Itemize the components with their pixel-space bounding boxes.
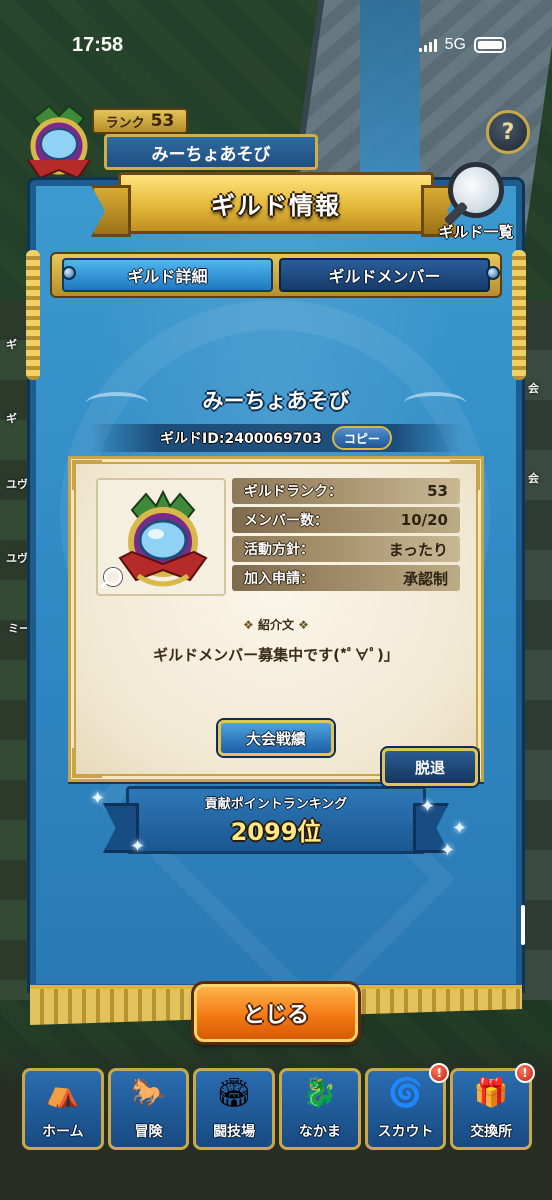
- guild-id: ギルドID:2400069703: [160, 431, 322, 447]
- party-icon: 🐉: [302, 1076, 338, 1109]
- guild-list-label: ギルド一覧: [438, 223, 514, 241]
- side-label: ユヴ: [6, 552, 28, 565]
- nav-label: 闘技場: [213, 1124, 256, 1140]
- tab-bar: ギルド詳細 ギルドメンバー: [50, 252, 502, 298]
- rank-label: ランク: [105, 115, 145, 131]
- nav-label: ホーム: [42, 1124, 84, 1140]
- exchange-icon: 🎁: [473, 1076, 509, 1109]
- battery-icon: [474, 37, 506, 53]
- ranking-value: 2099位: [230, 818, 322, 846]
- side-label: ギ: [6, 412, 17, 425]
- alert-badge: !: [429, 1063, 450, 1083]
- tournament-record-button[interactable]: 大会戦績: [218, 720, 334, 756]
- zoom-icon[interactable]: [104, 568, 122, 586]
- stat-value: 承認制: [402, 569, 448, 588]
- nav-label: なかま: [298, 1124, 341, 1140]
- nav-home[interactable]: ⛺ ホーム: [22, 1068, 104, 1150]
- tab-guild-members[interactable]: ギルドメンバー: [279, 258, 490, 292]
- ranking-label: 貢献ポイントランキング: [204, 797, 348, 812]
- side-label: ユヴ: [6, 478, 28, 491]
- side-label: ギ: [6, 338, 17, 351]
- stat-join-requests: 加入申請： 承認制: [232, 565, 460, 591]
- magnifier-icon: [448, 162, 504, 218]
- nav-arena[interactable]: 🏟 闘技場: [193, 1068, 276, 1150]
- stat-label: メンバー数：: [244, 513, 328, 529]
- side-label: 会: [528, 472, 539, 485]
- help-button[interactable]: ?: [486, 110, 530, 154]
- rope-left: [26, 250, 40, 380]
- rank-value: 53: [150, 111, 175, 131]
- network-label: 5G: [444, 36, 466, 53]
- signal-icon: [418, 38, 437, 52]
- copy-button[interactable]: コピー: [331, 426, 392, 450]
- status-time: 17:58: [72, 34, 124, 56]
- corner-ornament-icon: [72, 748, 102, 778]
- guild-stats: ギルドランク： 53 メンバー数： 10/20 活動方針： まったり 加入申請：…: [232, 478, 460, 591]
- side-label: 会: [528, 382, 539, 395]
- guild-id-row: ギルドID:2400069703 コピー: [90, 424, 462, 452]
- stat-label: ギルドランク：: [244, 484, 342, 500]
- dialog-title-ribbon: ギルド情報: [118, 172, 434, 234]
- guild-emblem-small-icon: [27, 104, 91, 180]
- stat-value: 53: [427, 482, 448, 500]
- stat-member-count: メンバー数： 10/20: [232, 507, 460, 533]
- sparkle-icon: ✦: [452, 818, 468, 839]
- intro-heading: 紹介文: [226, 616, 326, 633]
- wagon-icon: 🐎: [131, 1076, 166, 1109]
- scroll-indicator[interactable]: [521, 905, 525, 945]
- nav-exchange[interactable]: 🎁 交換所 !: [450, 1063, 536, 1150]
- dialog-title: ギルド情報: [211, 191, 341, 220]
- stat-activity-policy: 活動方針： まったり: [232, 536, 460, 562]
- status-bar: 17:58 5G: [0, 0, 552, 90]
- contribution-ranking-ribbon: 貢献ポイントランキング 2099位: [126, 786, 426, 854]
- stat-label: 加入申請：: [244, 571, 314, 587]
- stat-value: まったり: [388, 540, 448, 559]
- nav-scout[interactable]: 🌀 スカウト !: [364, 1063, 450, 1150]
- tent-icon: ⛺: [45, 1076, 81, 1109]
- header-guild-name: みーちょあそび: [104, 134, 318, 170]
- leave-guild-button[interactable]: 脱退: [382, 748, 478, 786]
- rope-right: [512, 250, 526, 380]
- intro-text: ギルドメンバー募集中です(*ﾟ∀ﾟ)」: [153, 646, 399, 664]
- rank-tab: ランク 53: [92, 108, 188, 134]
- sparkle-icon: ✦: [90, 788, 106, 809]
- guild-name: みーちょあそび: [202, 389, 350, 413]
- tab-guild-details[interactable]: ギルド詳細: [62, 258, 273, 292]
- scout-icon: 🌀: [388, 1076, 423, 1109]
- arena-icon: 🏟: [216, 1076, 252, 1109]
- nav-party[interactable]: 🐉 なかま: [279, 1068, 361, 1150]
- stat-value: 10/20: [400, 511, 448, 529]
- stat-label: 活動方針：: [244, 542, 314, 558]
- nav-label: 冒険: [134, 1124, 163, 1140]
- nav-label: スカウト: [377, 1124, 434, 1140]
- sparkle-icon: ✦: [440, 840, 456, 861]
- alert-badge: !: [515, 1063, 536, 1083]
- guild-list-button[interactable]: ギルド一覧: [430, 160, 522, 242]
- sparkle-icon: ✦: [130, 836, 146, 857]
- nav-adventure[interactable]: 🐎 冒険: [107, 1068, 190, 1150]
- stat-guild-rank: ギルドランク： 53: [232, 478, 460, 504]
- guild-name-header: みーちょあそび: [86, 378, 466, 422]
- status-indicators: 5G: [418, 36, 506, 54]
- nav-label: 交換所: [470, 1124, 513, 1140]
- bottom-nav: ⛺ ホーム 🐎 冒険 🏟 闘技場 🐉 なかま 🌀 スカウト ! 🎁 交換所 !: [22, 1063, 536, 1150]
- tab-ornament-icon: [486, 266, 500, 280]
- tab-ornament-icon: [62, 266, 76, 280]
- sparkle-icon: ✦: [420, 796, 436, 817]
- close-button[interactable]: とじる: [194, 984, 358, 1042]
- side-label: ミー: [8, 622, 30, 635]
